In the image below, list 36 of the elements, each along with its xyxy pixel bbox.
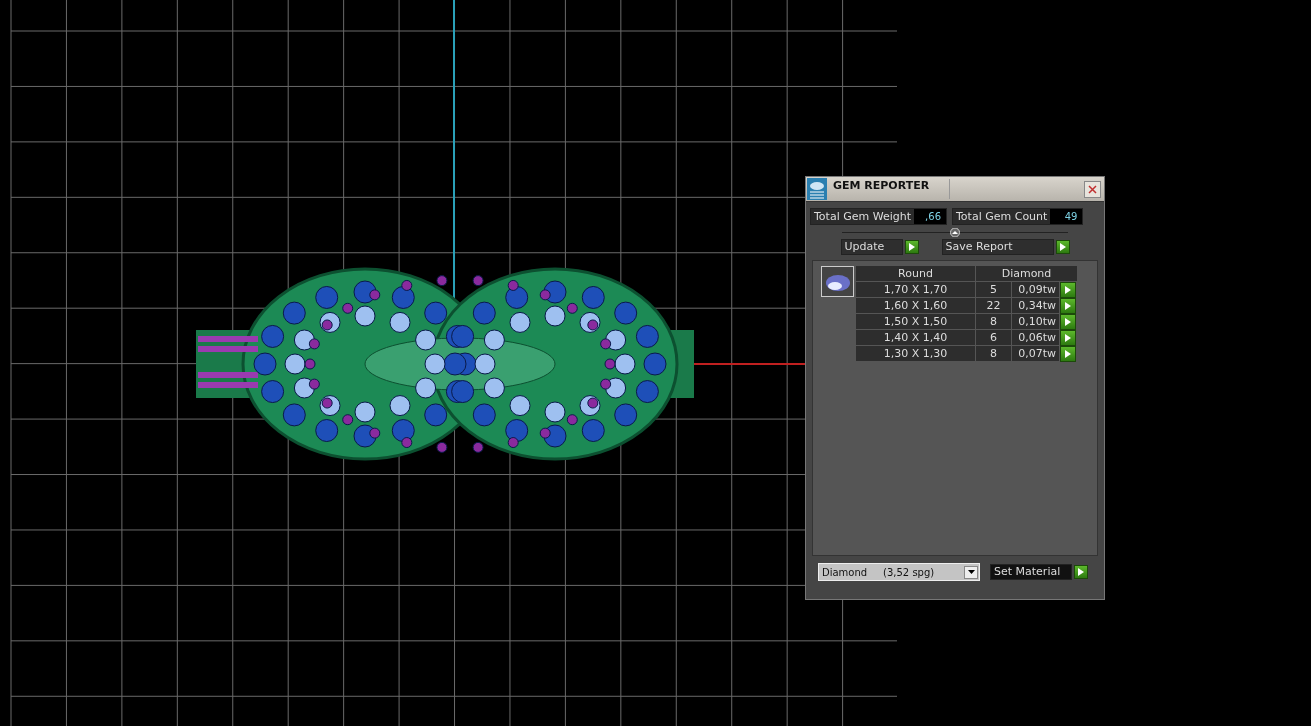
table-cell: 1,70 X 1,70: [856, 282, 976, 298]
table-cell: 1,40 X 1,40: [856, 330, 976, 346]
select-row-button[interactable]: [1060, 298, 1076, 314]
play-icon: [1059, 243, 1066, 251]
table-cell: 0,10tw: [1012, 314, 1060, 330]
table-cell: 0,07tw: [1012, 346, 1060, 362]
table-cell: 6: [976, 330, 1012, 346]
total-value: ,66: [914, 209, 946, 224]
select-row-button[interactable]: [1060, 282, 1076, 298]
select-row-button[interactable]: [1060, 330, 1076, 346]
column-header: Round: [856, 266, 976, 282]
play-icon: [1078, 568, 1084, 576]
table-cell: 0,09tw: [1012, 282, 1060, 298]
window-title: GEM REPORTER: [833, 179, 950, 199]
table-cell: 8: [976, 314, 1012, 330]
table-cell: 22: [976, 298, 1012, 314]
select-row-button[interactable]: [1060, 314, 1076, 330]
table-cell: 1,30 X 1,30: [856, 346, 976, 362]
table-cell: 5: [976, 282, 1012, 298]
close-button[interactable]: [1084, 180, 1101, 198]
close-icon: [1088, 184, 1097, 194]
column-header: Diamond: [976, 266, 1078, 282]
table-cell: 1,60 X 1,60: [856, 298, 976, 314]
table-cell: 0,34tw: [1012, 298, 1060, 314]
splitter-handle[interactable]: [842, 227, 1068, 237]
play-icon: [908, 243, 915, 251]
total-label: Total Gem Weight: [813, 210, 912, 223]
table-cell: 8: [976, 346, 1012, 362]
table-cell: 1,50 X 1,50: [856, 314, 976, 330]
total-value: 49: [1050, 209, 1083, 224]
caret-icon: [967, 570, 975, 574]
total-label: Total Gem Count: [955, 210, 1049, 223]
gem-list-icon: [807, 178, 827, 200]
table-cell: 0,06tw: [1012, 330, 1060, 346]
select-row-button[interactable]: [1060, 346, 1076, 362]
material-dropdown[interactable]: Diamond (3,52 spg): [818, 563, 980, 581]
